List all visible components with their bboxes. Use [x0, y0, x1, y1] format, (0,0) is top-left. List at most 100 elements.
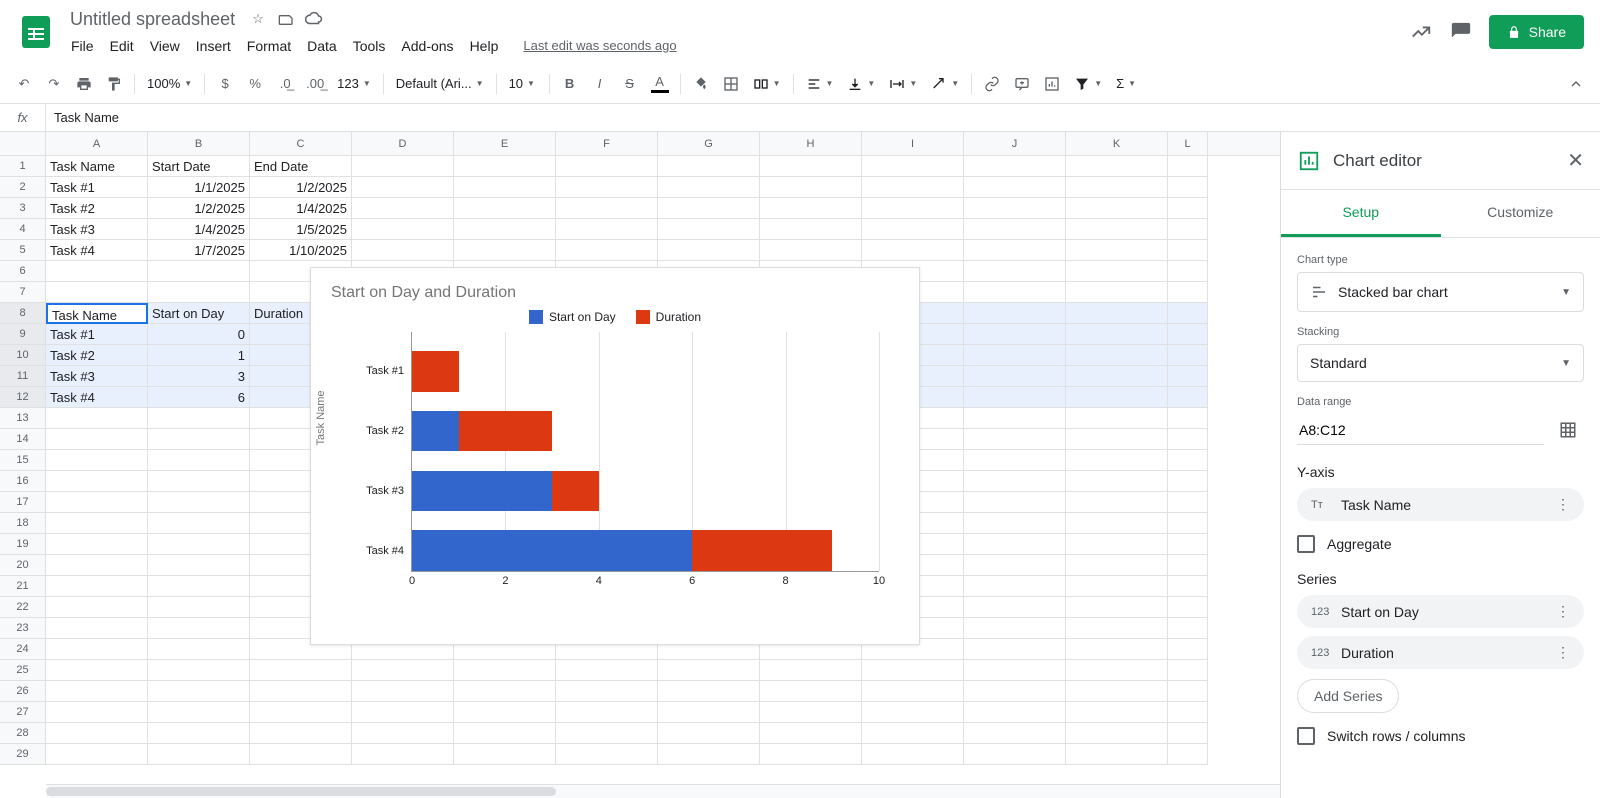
cell[interactable]	[658, 198, 760, 219]
cell[interactable]	[964, 534, 1066, 555]
cell[interactable]	[250, 681, 352, 702]
cell[interactable]	[454, 744, 556, 765]
cell[interactable]	[46, 639, 148, 660]
cell[interactable]	[148, 723, 250, 744]
cell[interactable]	[454, 660, 556, 681]
cell[interactable]	[964, 618, 1066, 639]
cell[interactable]	[760, 744, 862, 765]
strikethrough-button[interactable]: S	[616, 70, 644, 98]
cell[interactable]: Start Date	[148, 156, 250, 177]
cell[interactable]	[1168, 576, 1208, 597]
cell[interactable]	[1168, 324, 1208, 345]
cell[interactable]	[46, 261, 148, 282]
col-header[interactable]: G	[658, 132, 760, 155]
row-header[interactable]: 19	[0, 534, 46, 555]
menu-data[interactable]: Data	[300, 34, 344, 58]
comment-button[interactable]	[1008, 70, 1036, 98]
cell[interactable]	[1066, 702, 1168, 723]
cell[interactable]	[148, 639, 250, 660]
cell[interactable]	[760, 219, 862, 240]
cell[interactable]	[250, 702, 352, 723]
cell[interactable]	[760, 723, 862, 744]
cell[interactable]	[148, 618, 250, 639]
cell[interactable]	[556, 723, 658, 744]
cell[interactable]: Start on Day	[148, 303, 250, 324]
cell[interactable]: Task #2	[46, 345, 148, 366]
cell[interactable]	[46, 534, 148, 555]
cell[interactable]	[1066, 156, 1168, 177]
cell[interactable]	[352, 744, 454, 765]
fill-color-button[interactable]	[687, 70, 715, 98]
chart-type-select[interactable]: Stacked bar chart▼	[1297, 272, 1584, 312]
cell[interactable]	[862, 219, 964, 240]
cell[interactable]	[1066, 597, 1168, 618]
cell[interactable]	[964, 744, 1066, 765]
row-header[interactable]: 29	[0, 744, 46, 765]
cell[interactable]	[46, 429, 148, 450]
cell[interactable]	[46, 492, 148, 513]
row-header[interactable]: 12	[0, 387, 46, 408]
cell[interactable]	[556, 198, 658, 219]
cell[interactable]	[1168, 450, 1208, 471]
cell[interactable]	[250, 660, 352, 681]
cell[interactable]	[964, 492, 1066, 513]
cell[interactable]	[964, 597, 1066, 618]
cell[interactable]: 1/7/2025	[148, 240, 250, 261]
cell[interactable]	[352, 240, 454, 261]
cell[interactable]	[454, 177, 556, 198]
cell[interactable]	[964, 366, 1066, 387]
sheets-logo[interactable]	[16, 12, 56, 52]
cell[interactable]: Task #1	[46, 177, 148, 198]
valign-button[interactable]: ▼	[841, 70, 881, 98]
cell[interactable]	[556, 744, 658, 765]
cell[interactable]	[352, 156, 454, 177]
cell[interactable]	[760, 240, 862, 261]
cell[interactable]	[964, 576, 1066, 597]
functions-button[interactable]: Σ▼	[1110, 70, 1142, 98]
col-header[interactable]: L	[1168, 132, 1208, 155]
cell[interactable]	[148, 744, 250, 765]
formula-input[interactable]: Task Name	[46, 110, 1600, 125]
cell[interactable]	[1168, 555, 1208, 576]
cell[interactable]: End Date	[250, 156, 352, 177]
share-button[interactable]: Share	[1489, 15, 1584, 49]
cell[interactable]: Task #3	[46, 366, 148, 387]
cell[interactable]	[1168, 387, 1208, 408]
menu-tools[interactable]: Tools	[346, 34, 393, 58]
row-header[interactable]: 14	[0, 429, 46, 450]
stacking-select[interactable]: Standard▼	[1297, 344, 1584, 382]
horizontal-scrollbar[interactable]	[46, 784, 1280, 798]
cell[interactable]	[1168, 723, 1208, 744]
cell[interactable]: Task Name	[46, 303, 148, 324]
cell[interactable]: Task #4	[46, 240, 148, 261]
cell[interactable]	[1168, 408, 1208, 429]
cell[interactable]	[454, 198, 556, 219]
font-size-select[interactable]: 10▼	[503, 70, 543, 98]
zoom-select[interactable]: 100%▼	[141, 70, 198, 98]
cell[interactable]	[964, 261, 1066, 282]
cell[interactable]	[352, 177, 454, 198]
cell[interactable]: 1/1/2025	[148, 177, 250, 198]
cell[interactable]	[862, 723, 964, 744]
filter-button[interactable]: ▼	[1068, 70, 1108, 98]
row-header[interactable]: 4	[0, 219, 46, 240]
move-icon[interactable]	[277, 10, 295, 28]
cell[interactable]	[148, 492, 250, 513]
cell[interactable]	[964, 177, 1066, 198]
cell[interactable]	[46, 450, 148, 471]
row-header[interactable]: 1	[0, 156, 46, 177]
cell[interactable]	[862, 681, 964, 702]
cell[interactable]	[658, 156, 760, 177]
cell[interactable]	[454, 156, 556, 177]
cell[interactable]	[556, 156, 658, 177]
cell[interactable]	[1066, 303, 1168, 324]
cell[interactable]: 1/4/2025	[250, 198, 352, 219]
cell[interactable]	[964, 660, 1066, 681]
row-header[interactable]: 28	[0, 723, 46, 744]
cell[interactable]	[1066, 198, 1168, 219]
star-icon[interactable]: ☆	[249, 10, 267, 28]
cell[interactable]	[148, 261, 250, 282]
cell[interactable]: Task #2	[46, 198, 148, 219]
cell[interactable]	[1168, 492, 1208, 513]
italic-button[interactable]: I	[586, 70, 614, 98]
